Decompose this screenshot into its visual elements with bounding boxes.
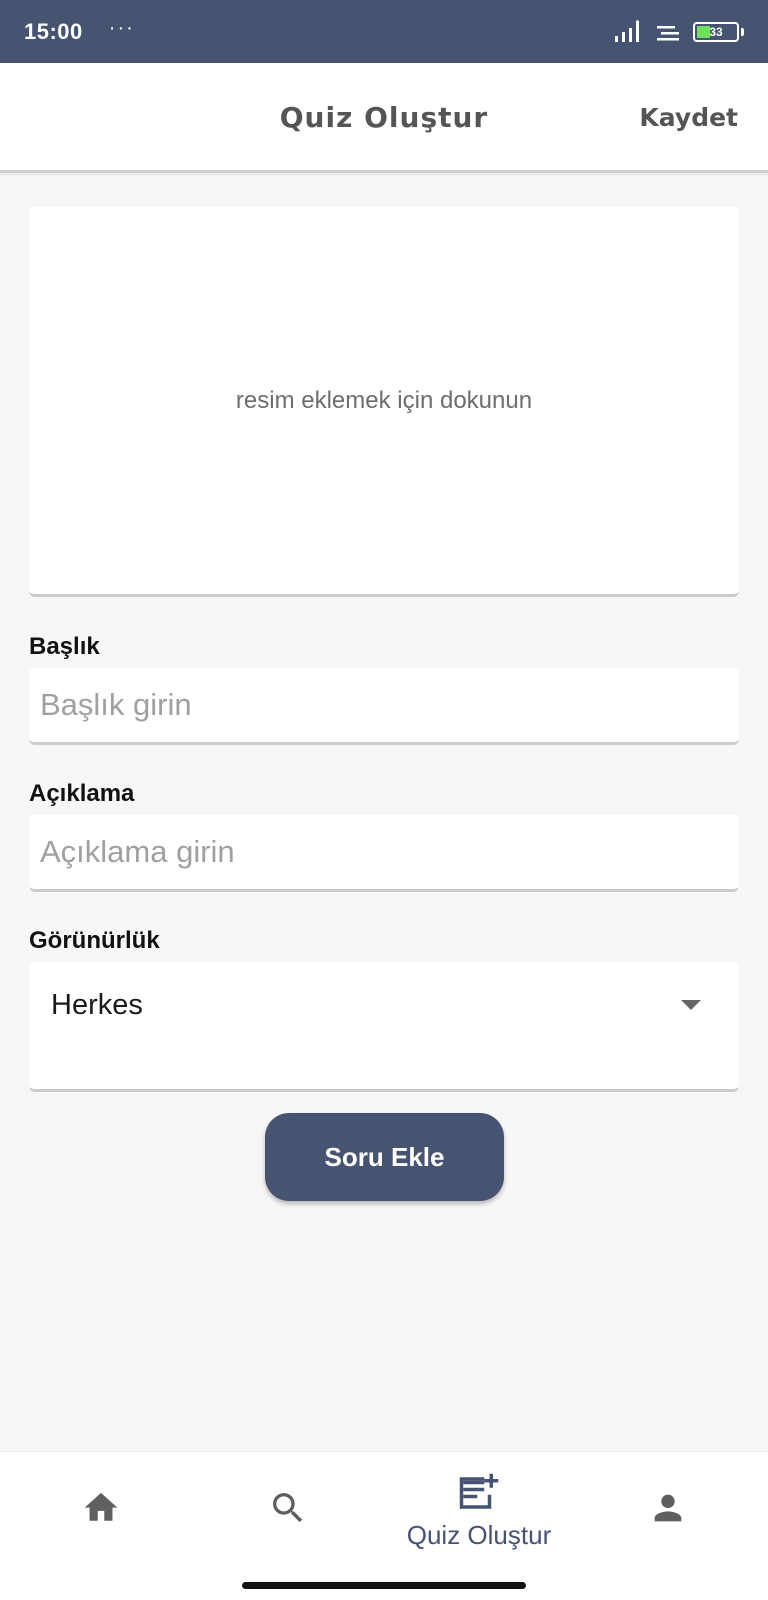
add-question-button[interactable]: Soru Ekle — [265, 1113, 504, 1201]
visibility-selected-value: Herkes — [51, 989, 143, 1021]
home-icon — [84, 1492, 118, 1521]
title-input[interactable] — [29, 668, 739, 745]
bottom-navigation: Quiz Oluştur — [0, 1451, 768, 1600]
image-picker-hint: resim eklemek için dokunun — [235, 386, 533, 414]
nav-item-profile[interactable] — [572, 1452, 764, 1572]
home-indicator — [242, 1582, 526, 1589]
battery-tip — [741, 27, 744, 36]
nav-item-home[interactable] — [5, 1452, 197, 1572]
battery-icon: 33 — [693, 21, 739, 42]
description-input[interactable] — [29, 815, 739, 892]
nav-label-create-quiz: Quiz Oluştur — [406, 1520, 552, 1550]
image-picker[interactable]: resim eklemek için dokunun — [29, 207, 739, 597]
status-time: 15:00 — [24, 18, 83, 44]
status-bar: 15:00 ··· 33 — [0, 0, 768, 63]
description-label: Açıklama — [29, 780, 135, 807]
visibility-select[interactable]: Herkes — [29, 962, 739, 1092]
nav-item-create-quiz[interactable]: Quiz Oluştur — [383, 1452, 575, 1572]
nav-item-search[interactable] — [192, 1452, 384, 1572]
dropdown-arrow-icon[interactable] — [681, 1000, 701, 1010]
visibility-label: Görünürlük — [29, 927, 160, 954]
wifi-icon — [657, 25, 679, 40]
save-button[interactable]: Kaydet — [639, 103, 738, 132]
notification-dots: ··· — [108, 16, 135, 39]
battery-level: 33 — [709, 24, 723, 39]
person-icon — [654, 1494, 682, 1522]
app-bar: Quiz Oluştur Kaydet — [0, 63, 768, 173]
title-label: Başlık — [29, 633, 100, 660]
note-add-icon — [459, 1473, 499, 1509]
search-icon — [273, 1493, 303, 1523]
signal-icon — [615, 19, 640, 42]
status-icons: 33 — [613, 19, 744, 44]
